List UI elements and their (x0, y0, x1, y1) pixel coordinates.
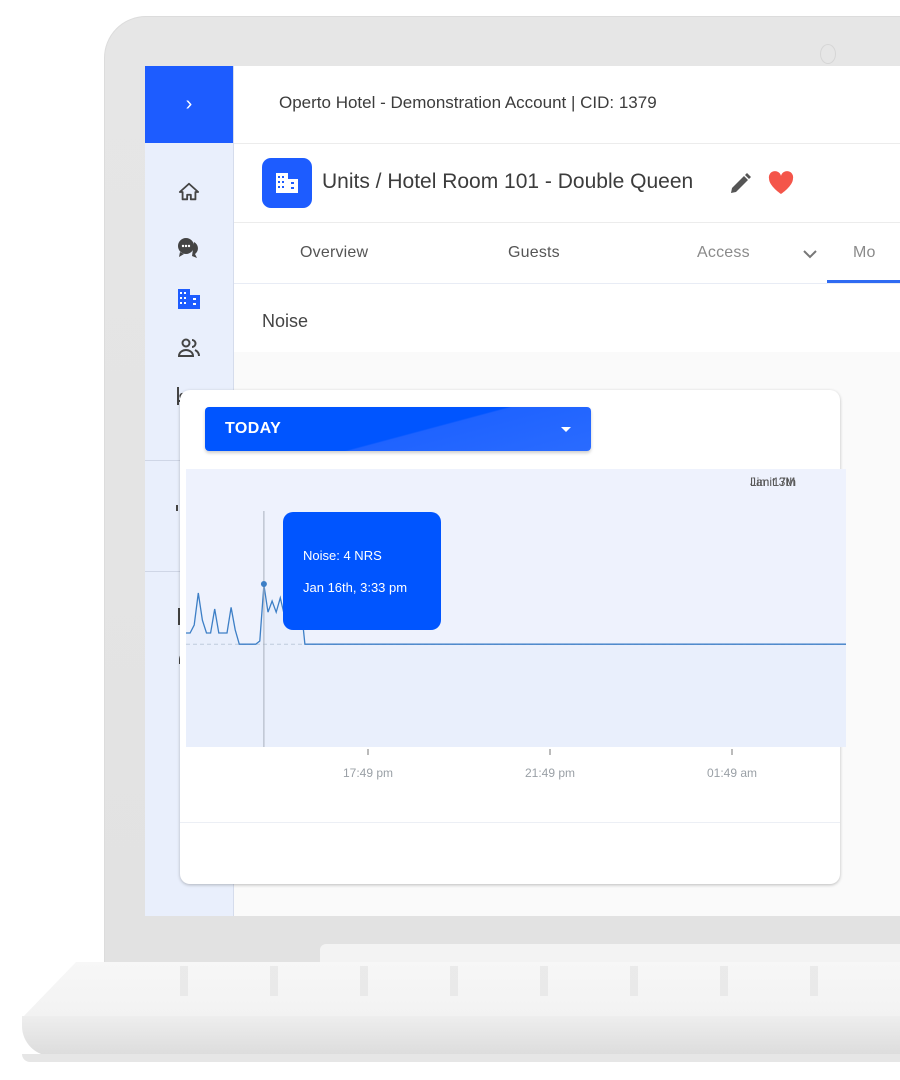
card-divider (180, 822, 840, 823)
sidebar-item-guests[interactable] (174, 336, 204, 360)
laptop-camera (820, 44, 836, 64)
date-range-value: TODAY (225, 420, 282, 437)
unit-badge (262, 158, 312, 208)
app-screen: › Operto Hotel - Demonstration Account |… (145, 66, 900, 916)
tab-access[interactable]: Access (697, 244, 750, 262)
tab-guests[interactable]: Guests (508, 244, 560, 262)
laptop-base-shadow (22, 1054, 900, 1062)
laptop-keys (140, 966, 900, 996)
section-header: Noise (234, 284, 900, 352)
account-title: Operto Hotel - Demonstration Account | C… (279, 93, 657, 112)
tab-bar: Overview Guests Access Mo (234, 223, 900, 284)
section-title: Noise (262, 311, 309, 331)
sidebar-toggle-button[interactable]: › (145, 66, 233, 143)
edit-button[interactable] (728, 172, 752, 201)
chat-bubbles-icon (178, 238, 198, 258)
tab-access-dropdown[interactable] (802, 247, 818, 265)
laptop-base (22, 1016, 900, 1056)
x-tick-label: 21:49 pm (525, 766, 575, 780)
x-tick-label: 01:49 am (707, 766, 757, 780)
chevron-down-icon (803, 250, 817, 259)
tooltip-timestamp: Jan 16th, 3:33 pm (303, 580, 408, 595)
favorite-button[interactable] (768, 171, 794, 200)
building-icon (178, 289, 200, 309)
tab-overview[interactable]: Overview (300, 244, 368, 262)
noise-chart[interactable]: 17:49 pm 21:49 pm 01:49 am Jan 17th Limit … (186, 469, 846, 829)
unit-header: Units / Hotel Room 101 - Double Queen (234, 144, 900, 223)
chart-hover-point (260, 581, 267, 587)
pencil-icon (731, 173, 751, 193)
sidebar-item-units[interactable] (174, 287, 204, 311)
active-tab-indicator (827, 280, 900, 283)
chart-tooltip: Noise: 4 NRS Jan 16th, 3:33 pm (283, 512, 441, 630)
page-title: Units / Hotel Room 101 - Double Queen (322, 170, 694, 193)
x-tick-label: 17:49 pm (343, 766, 393, 780)
laptop-hinge (320, 944, 900, 964)
building-icon (276, 173, 298, 193)
chart-limit-label: Limit 3M (750, 475, 796, 489)
chevron-right-icon: › (185, 93, 193, 115)
sidebar-item-messages[interactable] (174, 236, 204, 260)
dropdown-arrow-icon (561, 427, 571, 432)
account-header: Operto Hotel - Demonstration Account | C… (234, 66, 900, 144)
date-range-select[interactable]: TODAY (205, 407, 591, 451)
people-icon (177, 338, 200, 357)
heart-icon (768, 171, 794, 194)
sidebar-item-home[interactable] (174, 180, 204, 204)
tooltip-value: Noise: 4 NRS (303, 548, 382, 563)
home-icon (178, 182, 200, 201)
noise-card: TODAY 17:49 pm 21:49 pm 01:49 am Jan 17th … (180, 390, 846, 884)
tab-monitoring[interactable]: Mo (853, 244, 876, 262)
